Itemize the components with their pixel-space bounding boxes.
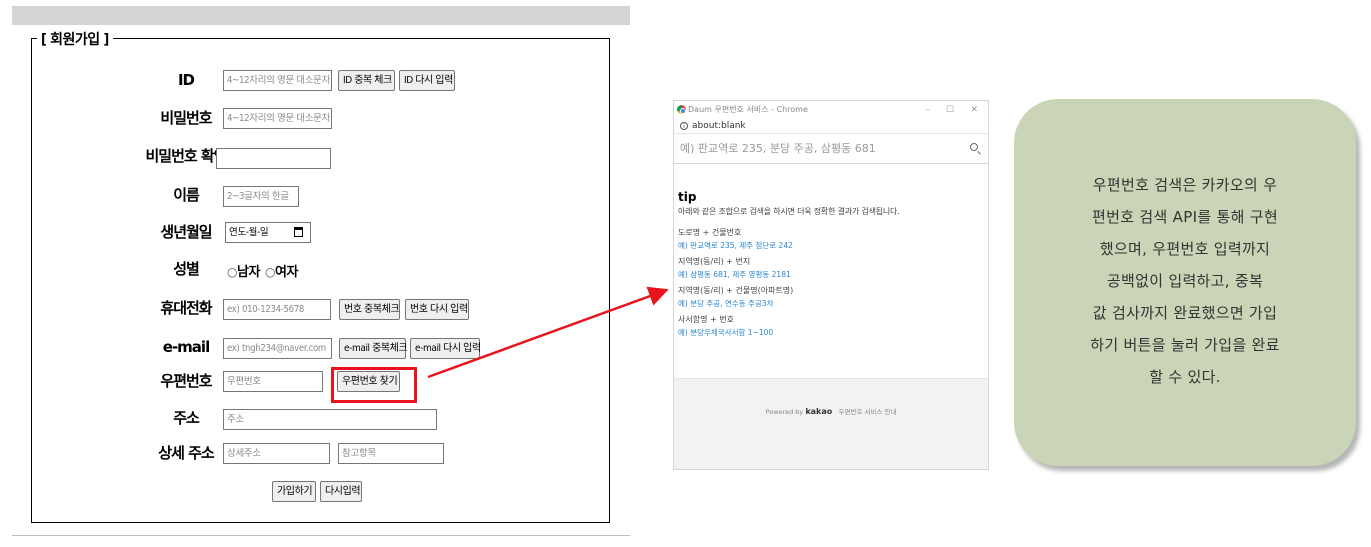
info-icon: i [680,121,688,130]
explanation-note: 우편번호 검색은 카카오의 우 편번호 검색 API를 통해 구현 했으며, 우… [1014,99,1356,466]
tip-heading: tip [678,190,697,204]
popup-window-title: Daum 우편번호 서비스 - Chrome [688,105,808,114]
tip-example: 예) 판교역로 235, 제주 첨단로 242 [678,241,793,250]
popup-address-bar[interactable]: i about:blank [674,119,988,134]
popup-url: about:blank [692,121,746,131]
postcode-popup-window: Daum 우편번호 서비스 - Chrome – ☐ ✕ i about:blan… [673,100,989,470]
popup-search-input[interactable]: 예) 판교역로 235, 분당 주공, 삼평동 681 [674,134,988,164]
kakao-logo: kakao [805,407,833,416]
tip-category: 사서함명 + 번호 [678,315,734,324]
explanation-text: 우편번호 검색은 카카오의 우 편번호 검색 API를 통해 구현 했으며, 우… [1090,175,1280,386]
popup-search-placeholder: 예) 판교역로 235, 분당 주공, 삼평동 681 [680,142,876,155]
close-icon[interactable]: ✕ [970,101,978,119]
tip-section: tip 아래와 같은 조합으로 검색을 하시면 더욱 정확한 결과가 검색됩니다… [674,190,988,338]
minimize-icon[interactable]: – [926,101,931,119]
tip-example: 예) 분당 주공, 연수동 주공3차 [678,299,774,308]
tip-category: 지역명(동/리) + 건물명(아파트명) [678,286,794,295]
footer-line: Powered by kakao 우편번호 서비스 안내 [674,406,988,416]
service-guide-link[interactable]: 우편번호 서비스 안내 [838,408,896,416]
maximize-icon[interactable]: ☐ [946,101,954,119]
popup-footer: Powered by kakao 우편번호 서비스 안내 [674,378,988,469]
chrome-icon [677,105,686,114]
tip-category: 지역명(동/리) + 번지 [678,257,751,266]
popup-titlebar: Daum 우편번호 서비스 - Chrome – ☐ ✕ [674,101,988,119]
tip-example: 예) 분당우체국사서함 1~100 [678,328,774,337]
tip-category: 도로명 + 건물번호 [678,228,742,237]
powered-by-text: Powered by [765,408,804,416]
search-icon[interactable] [970,143,978,151]
tip-example: 예) 삼평동 681, 제주 영평동 2181 [678,270,791,279]
tip-description: 아래와 같은 조합으로 검색을 하시면 더욱 정확한 결과가 검색됩니다. [678,207,900,216]
